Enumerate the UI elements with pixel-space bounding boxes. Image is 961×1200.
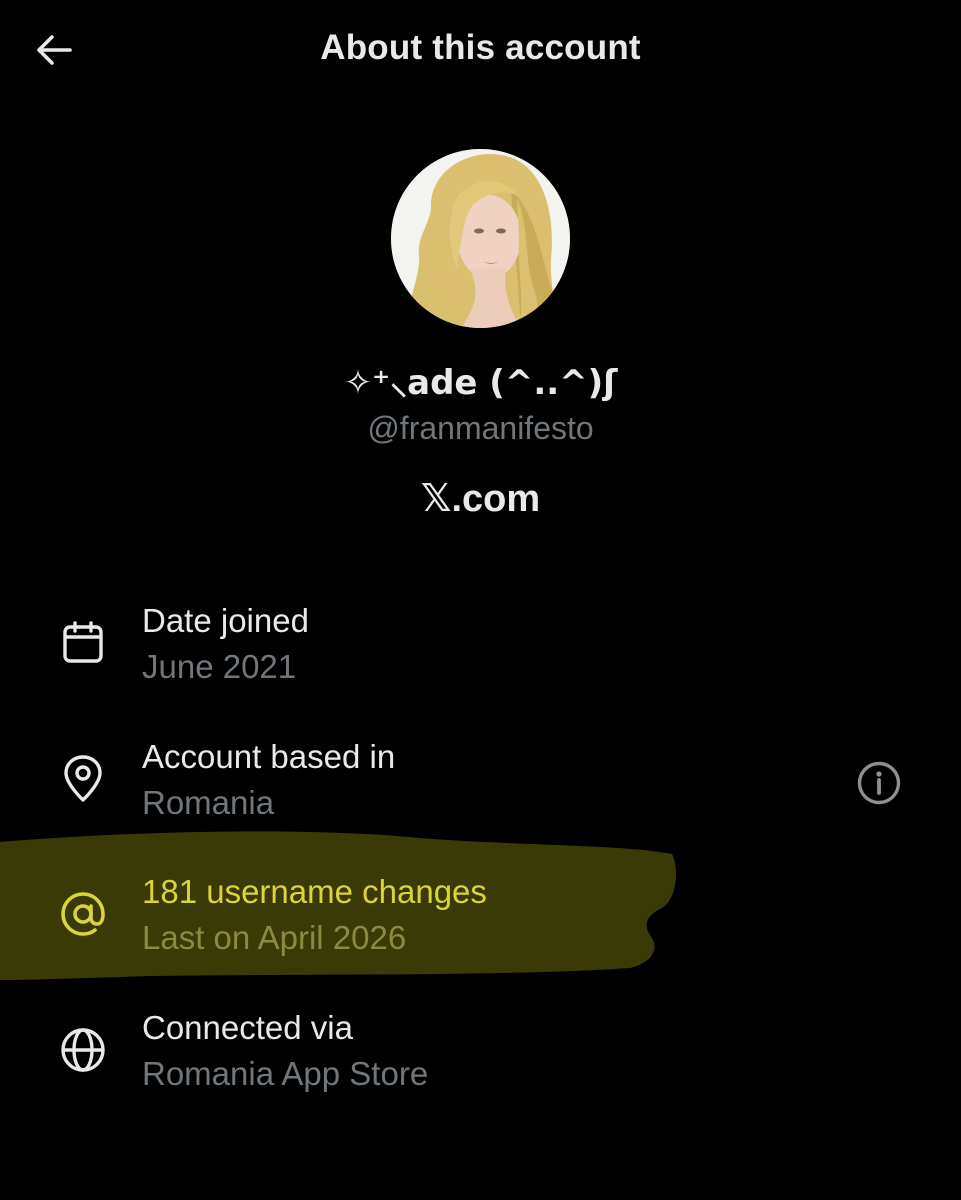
at-sign-icon	[56, 887, 110, 941]
globe-icon	[56, 1023, 110, 1077]
calendar-icon	[56, 616, 110, 670]
detail-value: Last on April 2026	[142, 919, 407, 956]
location-pin-icon	[56, 752, 110, 806]
detail-value: Romania	[142, 784, 275, 821]
detail-label: Date joined	[142, 602, 309, 639]
display-name: ✧⁺⸜ade (^..^)ʃ	[343, 363, 618, 403]
header: About this account	[0, 0, 961, 100]
detail-label: Connected via	[142, 1009, 353, 1046]
detail-label: Account based in	[142, 738, 396, 775]
username-handle: @franmanifesto	[367, 410, 594, 446]
detail-row-connected-via: Connected via Romania App Store	[0, 1009, 961, 1119]
detail-row-username-changes: 181 username changes Last on April 2026	[0, 873, 961, 983]
info-icon	[857, 761, 901, 805]
detail-value: June 2021	[142, 648, 297, 685]
site-link[interactable]: 𝕏.com	[0, 476, 961, 521]
detail-label: 181 username changes	[142, 873, 487, 910]
detail-row-account-based-in: Account based in Romania	[0, 738, 961, 848]
avatar[interactable]	[391, 149, 570, 328]
info-button[interactable]	[852, 756, 906, 810]
page-title: About this account	[320, 28, 641, 67]
detail-row-date-joined: Date joined June 2021	[0, 602, 961, 712]
detail-value: Romania App Store	[142, 1055, 429, 1092]
